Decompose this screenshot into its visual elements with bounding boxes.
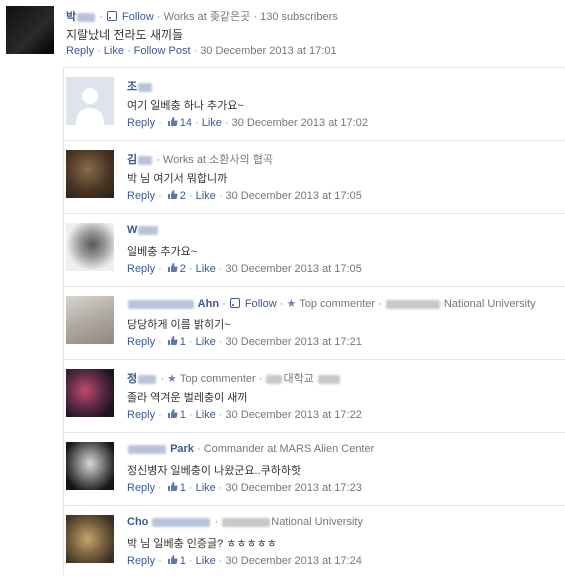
post-author-name[interactable]: 박 [66, 11, 96, 23]
post-header: 박 · Follow · Works at 좆같은곳 · 130 subscri… [66, 8, 338, 24]
reply-author-info: · Commander at MARS Alien Center [196, 443, 375, 455]
reply-author-name[interactable]: W [127, 224, 159, 236]
reply-author-name[interactable]: Ahn [127, 298, 219, 310]
thumbs-up-icon [167, 482, 178, 491]
reply-item: 정 · ★ Top commenter · 대학교 졸라 역겨운 벌레충이 새끼… [64, 359, 565, 432]
reply-item: Park · Commander at MARS Alien Center 정신… [64, 432, 565, 505]
reply-author-info: National University [271, 516, 363, 528]
reply-like-link[interactable]: Like [196, 263, 216, 275]
reply-like-link[interactable]: Like [196, 555, 216, 567]
thumbs-up-icon [167, 409, 178, 418]
reply-avatar[interactable] [66, 515, 114, 563]
reply-reply-link[interactable]: Reply [127, 336, 155, 348]
reply-author-name[interactable]: 조 [127, 81, 153, 93]
reply-like-count[interactable]: 2 [180, 190, 186, 202]
reply-avatar[interactable] [66, 369, 114, 417]
default-avatar-icon [66, 77, 114, 125]
post-author-avatar[interactable] [6, 6, 54, 54]
top-commenter-badge: Top commenter [179, 373, 256, 385]
reply-timestamp[interactable]: 30 December 2013 at 17:21 [225, 336, 361, 348]
reply-text: 정신병자 일베충이 나왔군요..쿠하하핫 [127, 465, 302, 477]
reply-like-link[interactable]: Like [196, 482, 216, 494]
reply-author-name[interactable]: 정 [127, 373, 157, 385]
reply-author-name[interactable]: Park [127, 443, 194, 455]
post-follow-post-link[interactable]: Follow Post [134, 45, 191, 57]
reply-follow-button[interactable]: Follow [245, 298, 277, 310]
reply-author-info: · Works at 소환사의 협곡 [156, 154, 273, 166]
reply-author-info: 대학교 [283, 373, 314, 385]
reply-like-count[interactable]: 1 [180, 336, 186, 348]
reply-like-link[interactable]: Like [196, 190, 216, 202]
reply-like-count[interactable]: 1 [180, 482, 186, 494]
reply-like-link[interactable]: Like [196, 409, 216, 421]
star-icon: ★ [286, 298, 297, 310]
reply-text: 졸라 역겨운 벌레충이 새끼 [127, 392, 248, 404]
rss-icon [229, 298, 240, 308]
reply-text: 박 님 일베충 인증글? ㅎㅎㅎㅎㅎ [127, 538, 277, 550]
reply-text: 여기 일베충 하나 추가요~ [127, 100, 244, 112]
thumbs-up-icon [167, 190, 178, 199]
reply-avatar[interactable] [66, 77, 114, 125]
main-post: 박 · Follow · Works at 좆같은곳 · 130 subscri… [0, 0, 565, 62]
reply-like-link[interactable]: Like [196, 336, 216, 348]
post-author-work: · Works at 좆같은곳 · [156, 11, 258, 23]
reply-avatar[interactable] [66, 150, 114, 198]
reply-reply-link[interactable]: Reply [127, 482, 155, 494]
star-icon: ★ [166, 373, 177, 385]
thumbs-up-icon [167, 555, 178, 564]
reply-avatar[interactable] [66, 296, 114, 344]
reply-like-count[interactable]: 2 [180, 263, 186, 275]
reply-timestamp[interactable]: 30 December 2013 at 17:24 [225, 555, 361, 567]
rss-icon [106, 11, 117, 21]
reply-like-link[interactable]: Like [202, 117, 222, 129]
reply-reply-link[interactable]: Reply [127, 555, 155, 567]
thumbs-up-icon [167, 117, 178, 126]
reply-like-count[interactable]: 1 [180, 409, 186, 421]
reply-like-count[interactable]: 1 [180, 555, 186, 567]
post-reply-link[interactable]: Reply [66, 45, 94, 57]
thumbs-up-icon [167, 263, 178, 272]
post-subscribers: 130 subscribers [260, 11, 338, 23]
reply-timestamp[interactable]: 30 December 2013 at 17:22 [225, 409, 361, 421]
reply-reply-link[interactable]: Reply [127, 117, 155, 129]
post-text: 지랄났네 전라도 새끼들 [66, 28, 184, 42]
reply-reply-link[interactable]: Reply [127, 263, 155, 275]
reply-text: 당당하게 이름 밝히기~ [127, 319, 231, 331]
reply-item: W 일베충 추가요~ Reply · 2 · Like · 30 December 2013… [64, 213, 565, 286]
post-like-link[interactable]: Like [104, 45, 124, 57]
reply-author-info: National University [443, 298, 536, 310]
reply-text: 박 님 여기서 뭐합니까 [127, 173, 228, 185]
reply-author-name[interactable]: 김 [127, 154, 153, 166]
reply-like-count[interactable]: 14 [180, 117, 192, 129]
top-commenter-badge: Top commenter [299, 298, 376, 310]
reply-timestamp[interactable]: 30 December 2013 at 17:23 [225, 482, 361, 494]
post-actions: Reply · Like · Follow Post · 30 December 2013 … [66, 45, 337, 57]
reply-item: 조 여기 일베충 하나 추가요~ Reply · 14 · Like · 30 Decemb… [64, 67, 565, 140]
reply-text: 일베충 추가요~ [127, 246, 198, 258]
thumbs-up-icon [167, 336, 178, 345]
reply-timestamp[interactable]: 30 December 2013 at 17:05 [225, 190, 361, 202]
separator: · [99, 11, 103, 23]
reply-timestamp[interactable]: 30 December 2013 at 17:02 [232, 117, 368, 129]
post-timestamp[interactable]: 30 December 2013 at 17:01 [200, 45, 336, 57]
reply-author-name[interactable]: Cho [127, 516, 211, 528]
reply-item: 김 · Works at 소환사의 협곡 박 님 여기서 뭐합니까 Reply ·… [64, 140, 565, 213]
reply-avatar[interactable] [66, 442, 114, 490]
replies-list: 조 여기 일베충 하나 추가요~ Reply · 14 · Like · 30 Decemb… [63, 67, 565, 575]
reply-reply-link[interactable]: Reply [127, 409, 155, 421]
reply-timestamp[interactable]: 30 December 2013 at 17:05 [225, 263, 361, 275]
reply-avatar[interactable] [66, 223, 114, 271]
post-follow-button[interactable]: Follow [122, 11, 154, 23]
reply-reply-link[interactable]: Reply [127, 190, 155, 202]
reply-item: Cho · National University 박 님 일베충 인증글? ㅎ… [64, 505, 565, 576]
reply-item: Ahn · Follow · ★ Top commenter · Nationa… [64, 286, 565, 359]
